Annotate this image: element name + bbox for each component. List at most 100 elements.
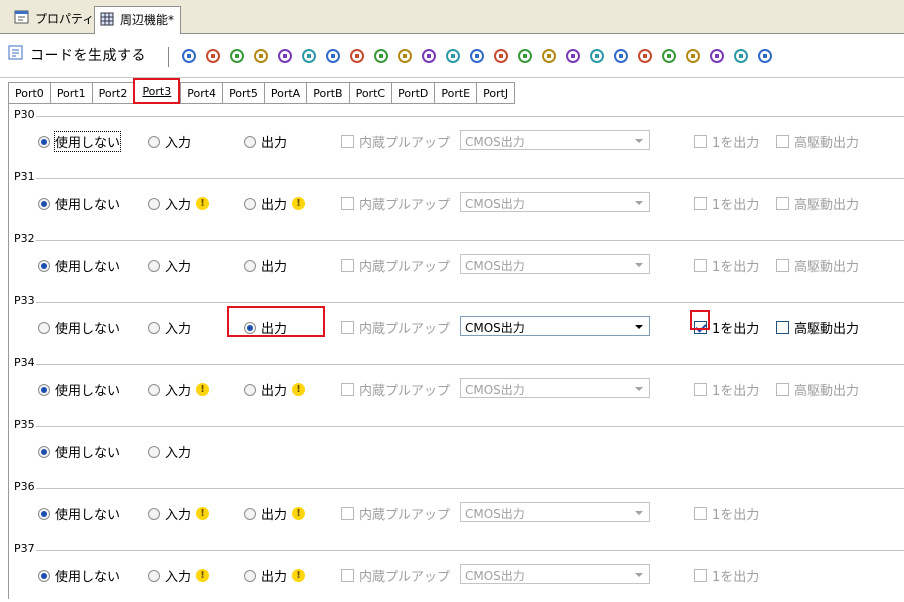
radio-input-p37[interactable]: 入力! — [148, 566, 210, 585]
tab-porta[interactable]: PortA — [263, 82, 307, 104]
pullup-checkbox-p30[interactable]: 内蔵プルアップ — [341, 132, 450, 151]
timer2-icon[interactable] — [444, 47, 462, 65]
radio-input-p36[interactable]: 入力! — [148, 504, 210, 523]
output-type-select-p30[interactable]: CMOS出力 — [460, 130, 650, 150]
doc-icon[interactable] — [204, 47, 222, 65]
output-type-select-p34[interactable]: CMOS出力 — [460, 378, 650, 398]
radio-button-icon — [244, 259, 256, 272]
high-drive-checkbox-p30[interactable]: 高駆動出力 — [776, 132, 859, 151]
chip-icon[interactable] — [300, 47, 318, 65]
radio-unused-p30[interactable]: 使用しない — [38, 131, 122, 152]
high-drive-checkbox-p33[interactable]: 高駆動出力 — [776, 318, 859, 337]
high-drive-checkbox-p34[interactable]: 高駆動出力 — [776, 380, 859, 399]
tab-port2[interactable]: Port2 — [91, 82, 134, 104]
tree-icon[interactable] — [348, 47, 366, 65]
high-drive-checkbox-p31[interactable]: 高駆動出力 — [776, 194, 859, 213]
arrow-icon[interactable] — [324, 47, 342, 65]
pullup-checkbox-p32[interactable]: 内蔵プルアップ — [341, 256, 450, 275]
table-icon[interactable] — [252, 47, 270, 65]
input-warning-icon: ! — [196, 507, 210, 520]
radio-output-p32[interactable]: 出力 — [244, 256, 287, 275]
tab-peripheral[interactable]: 周辺機能* — [94, 6, 182, 35]
radio-button-icon — [148, 197, 160, 210]
tab-portb[interactable]: PortB — [306, 82, 349, 104]
numbers-icon[interactable] — [660, 47, 678, 65]
port-name-p34: P34 — [14, 356, 35, 369]
radio-input-p34[interactable]: 入力! — [148, 380, 210, 399]
one-output-checkbox-p32[interactable]: 1を出力 — [694, 256, 759, 275]
output-type-select-p36[interactable]: CMOS出力 — [460, 502, 650, 522]
timer5-icon[interactable] — [516, 47, 534, 65]
radio-output-p36[interactable]: 出力! — [244, 504, 306, 523]
pullup-checkbox-p37[interactable]: 内蔵プルアップ — [341, 566, 450, 585]
properties-icon — [14, 10, 31, 26]
timer3-icon[interactable] — [468, 47, 486, 65]
link1-icon[interactable] — [564, 47, 582, 65]
timer4-icon[interactable] — [492, 47, 510, 65]
one-output-label: 1を出力 — [712, 570, 760, 585]
tab-port3[interactable]: Port3 — [133, 78, 181, 104]
output-type-select-p32[interactable]: CMOS出力 — [460, 254, 650, 274]
radio-unused-p36[interactable]: 使用しない — [38, 504, 120, 523]
hierarchy-icon[interactable] — [180, 47, 198, 65]
radio-input-p30[interactable]: 入力 — [148, 132, 191, 151]
link2-icon[interactable] — [588, 47, 606, 65]
input-warning-icon: ! — [196, 383, 210, 396]
book-icon[interactable] — [228, 47, 246, 65]
tab-port5[interactable]: Port5 — [222, 82, 264, 104]
panel-icon[interactable] — [540, 47, 558, 65]
chevron-down-icon — [635, 387, 643, 391]
radio-output-p30[interactable]: 出力 — [244, 132, 287, 151]
tree2-icon[interactable] — [372, 47, 390, 65]
radio-input-p33[interactable]: 入力 — [148, 318, 191, 337]
radio-output-p37[interactable]: 出力! — [244, 566, 306, 585]
tab-properties-label: プロパティ — [35, 12, 95, 26]
one-output-checkbox-p37[interactable]: 1を出力 — [694, 566, 759, 585]
pullup-checkbox-p33[interactable]: 内蔵プルアップ — [341, 318, 450, 337]
radio-unused-p33[interactable]: 使用しない — [38, 318, 120, 337]
grid-icon[interactable] — [612, 47, 630, 65]
tab-port0[interactable]: Port0 — [8, 82, 50, 104]
pullup-label: 内蔵プルアップ — [359, 260, 451, 275]
tab-portj[interactable]: PortJ — [476, 82, 516, 104]
pullup-checkbox-p31[interactable]: 内蔵プルアップ — [341, 194, 450, 213]
radio-unused-p31[interactable]: 使用しない — [38, 194, 120, 213]
output-type-select-p31[interactable]: CMOS出力 — [460, 192, 650, 212]
radio-input-p35[interactable]: 入力 — [148, 442, 191, 461]
tab-portc[interactable]: PortC — [348, 82, 392, 104]
radio-unused-p37[interactable]: 使用しない — [38, 566, 120, 585]
swap-icon[interactable] — [396, 47, 414, 65]
radio-output-p34[interactable]: 出力! — [244, 380, 306, 399]
one-output-checkbox-p31[interactable]: 1を出力 — [694, 194, 759, 213]
arrow2-icon[interactable] — [732, 47, 750, 65]
radio-input-p32[interactable]: 入力 — [148, 256, 191, 275]
one-output-checkbox-p30[interactable]: 1を出力 — [694, 132, 759, 151]
pullup-checkbox-p34[interactable]: 内蔵プルアップ — [341, 380, 450, 399]
one-output-checkbox-p36[interactable]: 1を出力 — [694, 504, 759, 523]
radio-output-p31[interactable]: 出力! — [244, 194, 306, 213]
radio-unused-p34[interactable]: 使用しない — [38, 380, 120, 399]
tab-porte[interactable]: PortE — [434, 82, 477, 104]
radio-button-icon — [244, 507, 256, 520]
music-icon[interactable] — [636, 47, 654, 65]
high-drive-checkbox-p32[interactable]: 高駆動出力 — [776, 256, 859, 275]
output-type-select-p33[interactable]: CMOS出力 — [460, 316, 650, 336]
plug-icon[interactable] — [708, 47, 726, 65]
radio-input-p31[interactable]: 入力! — [148, 194, 210, 213]
tab-properties[interactable]: プロパティ — [10, 6, 100, 34]
toolbar-icon-group — [180, 47, 774, 67]
tab-port4[interactable]: Port4 — [180, 82, 223, 104]
music2-icon[interactable] — [684, 47, 702, 65]
tab-port1[interactable]: Port1 — [49, 82, 92, 104]
tab-portd[interactable]: PortD — [391, 82, 435, 104]
radio-unused-p35[interactable]: 使用しない — [38, 442, 120, 461]
timer1-icon[interactable] — [420, 47, 438, 65]
one-output-checkbox-p34[interactable]: 1を出力 — [694, 380, 759, 399]
generate-code-button[interactable]: コードを生成する — [8, 42, 146, 68]
pullup-checkbox-p36[interactable]: 内蔵プルアップ — [341, 504, 450, 523]
output-type-select-p37[interactable]: CMOS出力 — [460, 564, 650, 584]
brush-icon[interactable] — [276, 47, 294, 65]
radio-button-icon — [244, 383, 256, 396]
step-icon[interactable] — [756, 47, 774, 65]
radio-unused-p32[interactable]: 使用しない — [38, 256, 120, 275]
